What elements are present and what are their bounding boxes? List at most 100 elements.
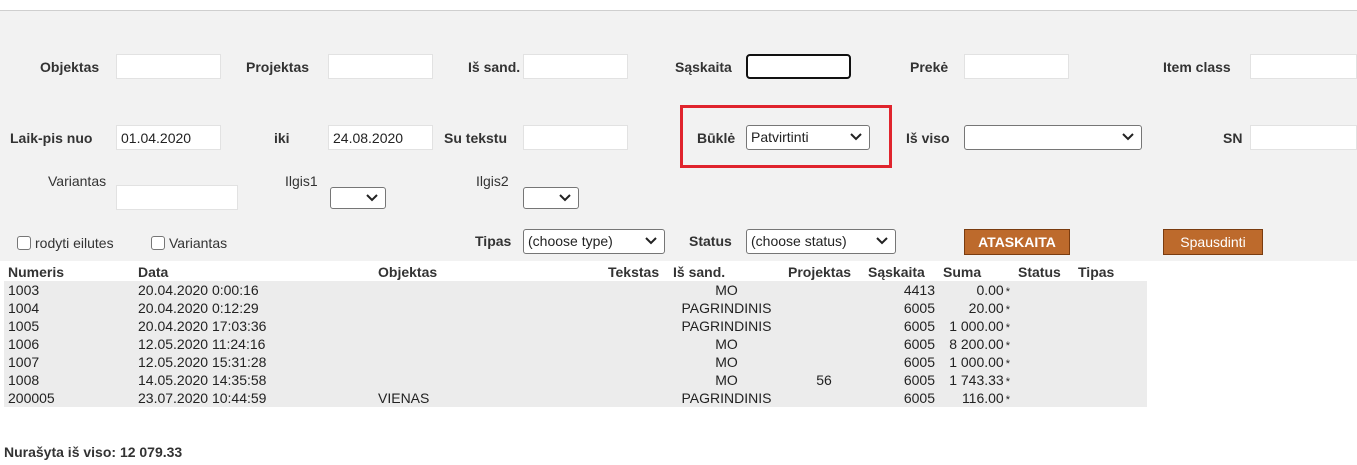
ilgis2-label: Ilgis2 — [476, 173, 509, 189]
cell-numeris[interactable]: 1008 — [4, 371, 134, 389]
cell-objektas — [374, 335, 604, 353]
cell-suma: 8 200.00 * — [939, 335, 1014, 353]
saskaita-input[interactable] — [746, 54, 851, 79]
col-status[interactable]: Status — [1014, 263, 1074, 281]
preke-input[interactable] — [964, 54, 1069, 79]
cell-status — [1014, 353, 1074, 371]
rodyti-eilutes-label: rodyti eilutes — [35, 235, 114, 251]
table-row: 1003 20.04.2020 0:00:16 MO 4413 0.00 * — [4, 281, 1147, 299]
cell-objektas — [374, 281, 604, 299]
ilgis2-select[interactable] — [523, 187, 579, 209]
table-row: 1007 12.05.2020 15:31:28 MO 6005 1 000.00 * — [4, 353, 1147, 371]
variantas-input[interactable] — [116, 185, 238, 210]
suma-value: 1 000.00 — [949, 318, 1004, 334]
cell-numeris[interactable]: 1003 — [4, 281, 134, 299]
table-row: 1008 14.05.2020 14:35:58 MO 56 6005 1 743.33 * — [4, 371, 1147, 389]
cell-projektas[interactable] — [784, 389, 864, 407]
cell-projektas[interactable] — [784, 353, 864, 371]
su-tekstu-input[interactable] — [523, 125, 628, 150]
table-row: 1006 12.05.2020 11:24:16 MO 6005 8 200.00 * — [4, 335, 1147, 353]
ataskaita-button[interactable]: ATASKAITA — [964, 229, 1070, 255]
laikpis-nuo-input[interactable] — [116, 125, 221, 150]
col-tekstas[interactable]: Tekstas — [604, 263, 669, 281]
projektas-input[interactable] — [328, 54, 433, 79]
cell-numeris[interactable]: 1005 — [4, 317, 134, 335]
is-sand-input[interactable] — [523, 54, 628, 79]
sn-label: SN — [1223, 130, 1243, 146]
cell-suma: 0.00 * — [939, 281, 1014, 299]
chevron-down-icon — [645, 237, 657, 245]
preke-label: Prekė — [910, 59, 949, 75]
suma-value: 8 200.00 — [949, 336, 1004, 352]
suma-mark: * — [1005, 286, 1010, 298]
cell-saskaita: 6005 — [903, 300, 935, 316]
suma-value: 1 743.33 — [949, 372, 1004, 388]
status-select[interactable]: (choose status) — [746, 229, 896, 254]
cell-projektas[interactable] — [784, 299, 864, 317]
cell-tekstas — [604, 389, 669, 407]
cell-suma: 116.00 * — [939, 389, 1014, 407]
objektas-input[interactable] — [116, 54, 221, 79]
cell-numeris[interactable]: 1007 — [4, 353, 134, 371]
item-class-input[interactable] — [1250, 54, 1357, 79]
cell-saskaita: 6005 — [903, 354, 935, 370]
cell-is-sand: PAGRINDINIS — [681, 318, 772, 334]
chevron-down-icon — [876, 237, 888, 245]
is-sand-label: Iš sand. — [468, 59, 521, 75]
cell-tekstas — [604, 353, 669, 371]
saskaita-label: Sąskaita — [675, 59, 732, 75]
tipas-select[interactable]: (choose type) — [523, 229, 665, 254]
cell-status — [1014, 281, 1074, 299]
cell-is-sand: MO — [715, 336, 738, 352]
rodyti-eilutes-checkbox[interactable] — [17, 236, 31, 250]
suma-mark: * — [1005, 358, 1010, 370]
cell-data: 23.07.2020 10:44:59 — [138, 390, 267, 406]
cell-tekstas — [604, 371, 669, 389]
cell-projektas[interactable] — [784, 335, 864, 353]
cell-status — [1014, 389, 1074, 407]
col-projektas[interactable]: Projektas — [784, 263, 864, 281]
cell-tipas — [1074, 281, 1147, 299]
cell-suma: 1 000.00 * — [939, 353, 1014, 371]
col-saskaita[interactable]: Sąskaita — [864, 263, 939, 281]
cell-tipas — [1074, 389, 1147, 407]
sn-input[interactable] — [1250, 125, 1357, 150]
cell-numeris[interactable]: 1004 — [4, 299, 134, 317]
iki-input[interactable] — [328, 125, 433, 150]
col-tipas[interactable]: Tipas — [1074, 263, 1147, 281]
status-select-value: (choose status) — [751, 233, 847, 249]
col-objektas[interactable]: Objektas — [374, 263, 604, 281]
cell-data: 12.05.2020 11:24:16 — [138, 336, 266, 352]
col-data[interactable]: Data — [134, 263, 374, 281]
ilgis1-select[interactable] — [330, 187, 386, 209]
status-label: Status — [689, 233, 732, 249]
is-viso-label: Iš viso — [906, 130, 950, 146]
cell-projektas[interactable] — [784, 281, 864, 299]
col-is-sand[interactable]: Iš sand. — [669, 263, 784, 281]
cell-is-sand: MO — [715, 282, 738, 298]
total-summary: Nurašyta iš viso: 12 079.33 — [4, 444, 183, 460]
variantas-checkbox[interactable] — [151, 236, 165, 250]
col-numeris[interactable]: Numeris — [4, 263, 134, 281]
cell-tekstas — [604, 299, 669, 317]
col-suma[interactable]: Suma — [939, 263, 1014, 281]
cell-numeris[interactable]: 200005 — [4, 389, 134, 407]
cell-tekstas — [604, 281, 669, 299]
is-viso-select[interactable] — [964, 125, 1142, 150]
cell-tipas — [1074, 335, 1147, 353]
cell-objektas — [374, 371, 604, 389]
table-header-row: Numeris Data Objektas Tekstas Iš sand. P… — [4, 263, 1147, 281]
su-tekstu-label: Su tekstu — [444, 130, 508, 146]
cell-suma: 1 743.33 * — [939, 371, 1014, 389]
cell-projektas[interactable] — [784, 317, 864, 335]
cell-numeris[interactable]: 1006 — [4, 335, 134, 353]
cell-suma: 1 000.00 * — [939, 317, 1014, 335]
tipas-select-value: (choose type) — [528, 233, 613, 249]
spausdinti-button[interactable]: Spausdinti — [1163, 229, 1263, 255]
cell-objektas — [374, 299, 604, 317]
cell-projektas[interactable]: 56 — [784, 371, 864, 389]
bukle-highlight-box — [680, 105, 892, 168]
cell-objektas — [374, 317, 604, 335]
cell-saskaita: 6005 — [903, 336, 935, 352]
suma-mark: * — [1005, 340, 1010, 352]
